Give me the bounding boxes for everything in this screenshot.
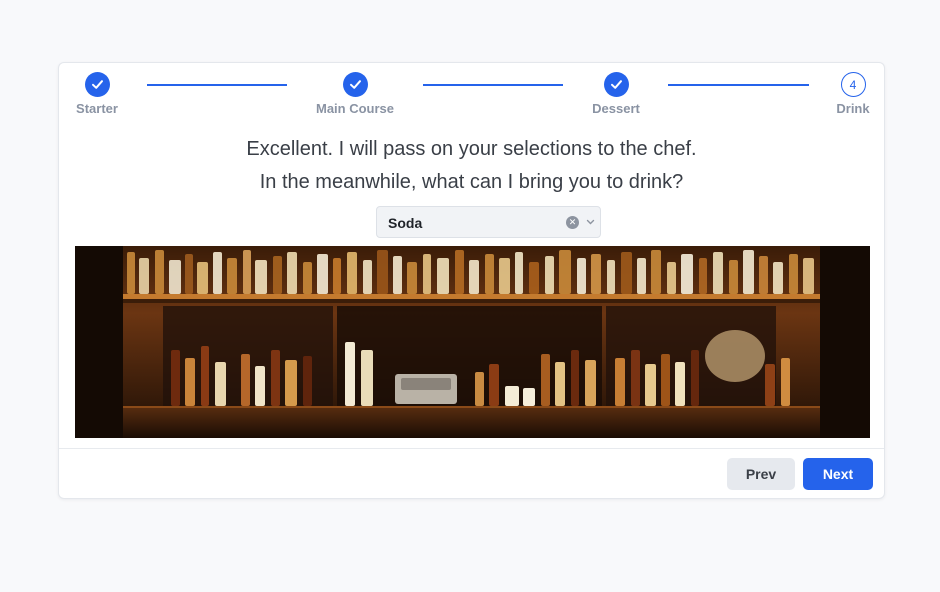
step-number: 4 xyxy=(840,72,866,97)
check-icon xyxy=(84,72,110,97)
step-starter[interactable]: Starter xyxy=(47,72,147,116)
next-button[interactable]: Next xyxy=(803,458,873,490)
chevron-down-icon[interactable] xyxy=(586,215,595,232)
step-label: Starter xyxy=(76,101,118,116)
step-label: Main Course xyxy=(315,101,394,116)
prev-button[interactable]: Prev xyxy=(727,458,795,490)
step-connector xyxy=(147,84,287,86)
wizard-card: Starter Main Course Dessert 4 Drink Exce… xyxy=(58,62,885,499)
bar-shelves-image xyxy=(75,246,870,438)
bar-shelves-photo xyxy=(75,246,870,438)
step-label: Drink xyxy=(836,101,870,116)
message-line-2: In the meanwhile, what can I bring you t… xyxy=(259,171,684,193)
step-drink[interactable]: 4 Drink xyxy=(803,72,903,116)
footer-divider xyxy=(59,448,884,449)
drink-select-value: Soda xyxy=(388,215,423,231)
step-label: Dessert xyxy=(592,101,640,116)
waiter-message: Excellent. I will pass on your selection… xyxy=(59,133,884,199)
step-connector xyxy=(668,84,809,86)
step-connector xyxy=(423,84,563,86)
check-icon xyxy=(342,72,368,97)
clear-icon[interactable]: ✕ xyxy=(566,216,579,229)
drink-select[interactable]: Soda ✕ xyxy=(376,206,601,238)
message-line-1: Excellent. I will pass on your selection… xyxy=(246,138,697,160)
step-main-course[interactable]: Main Course xyxy=(305,72,405,116)
step-dessert[interactable]: Dessert xyxy=(566,72,666,116)
check-icon xyxy=(603,72,629,97)
